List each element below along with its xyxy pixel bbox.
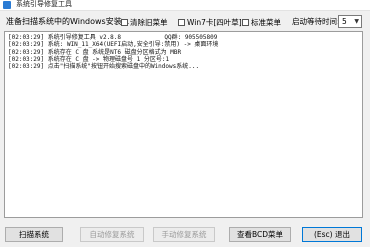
checkbox-label: 清除旧菜单 — [130, 17, 168, 27]
title-bar: 系统引导修复工具 — [0, 0, 370, 11]
clear-old-menu-checkbox[interactable]: 清除旧菜单 — [121, 16, 168, 28]
manual-repair-button[interactable]: 手动修复系统 — [153, 227, 215, 242]
auto-repair-button[interactable]: 自动修复系统 — [80, 227, 144, 242]
standard-menu-checkbox[interactable]: 标准菜单 — [242, 16, 281, 28]
scan-system-button[interactable]: 扫描系统 — [5, 227, 63, 242]
toolbar: 准备扫描系统中的Windows安装... 清除旧菜单 Win7卡[四叶草] 标准… — [0, 13, 370, 31]
exit-button[interactable]: (Esc) 退出 — [302, 227, 362, 242]
view-bcd-button[interactable]: 查看BCD菜单 — [229, 227, 291, 242]
checkbox-box[interactable] — [242, 18, 249, 26]
log-line: [02:03:29] 系统存在 C 盘 系统是NT6 磁盘分区格式为 MBR — [8, 48, 182, 56]
log-line: [02:03:29] 系统: WIN_11_X64(UEFI启动,安全引导:禁用… — [8, 41, 219, 49]
wait-time-label: 启动等待时间: — [292, 17, 340, 26]
window-title: 系统引导修复工具 — [16, 0, 72, 8]
log-line: [02:03:29] 点击"扫描系统"按钮开始搜索磁盘中的Windows系统..… — [8, 63, 200, 71]
wait-time-value: 5 — [342, 17, 347, 26]
checkbox-label: 标准菜单 — [251, 17, 281, 27]
app-icon — [3, 1, 11, 9]
log-area[interactable]: [02:03:29] 系统引导修复工具 v2.8.8 QQ群: 90550580… — [4, 31, 363, 218]
wait-time-select[interactable]: 5 ▼ — [338, 15, 362, 28]
win7-fix-checkbox[interactable]: Win7卡[四叶草] — [178, 16, 242, 28]
chevron-down-icon: ▼ — [354, 18, 359, 25]
checkbox-label: Win7卡[四叶草] — [187, 17, 242, 27]
checkbox-box[interactable] — [121, 18, 128, 26]
scan-status-text: 准备扫描系统中的Windows安装... — [6, 17, 130, 26]
button-bar: 扫描系统 自动修复系统 手动修复系统 查看BCD菜单 (Esc) 退出 — [0, 225, 370, 245]
checkbox-box[interactable] — [178, 18, 185, 26]
